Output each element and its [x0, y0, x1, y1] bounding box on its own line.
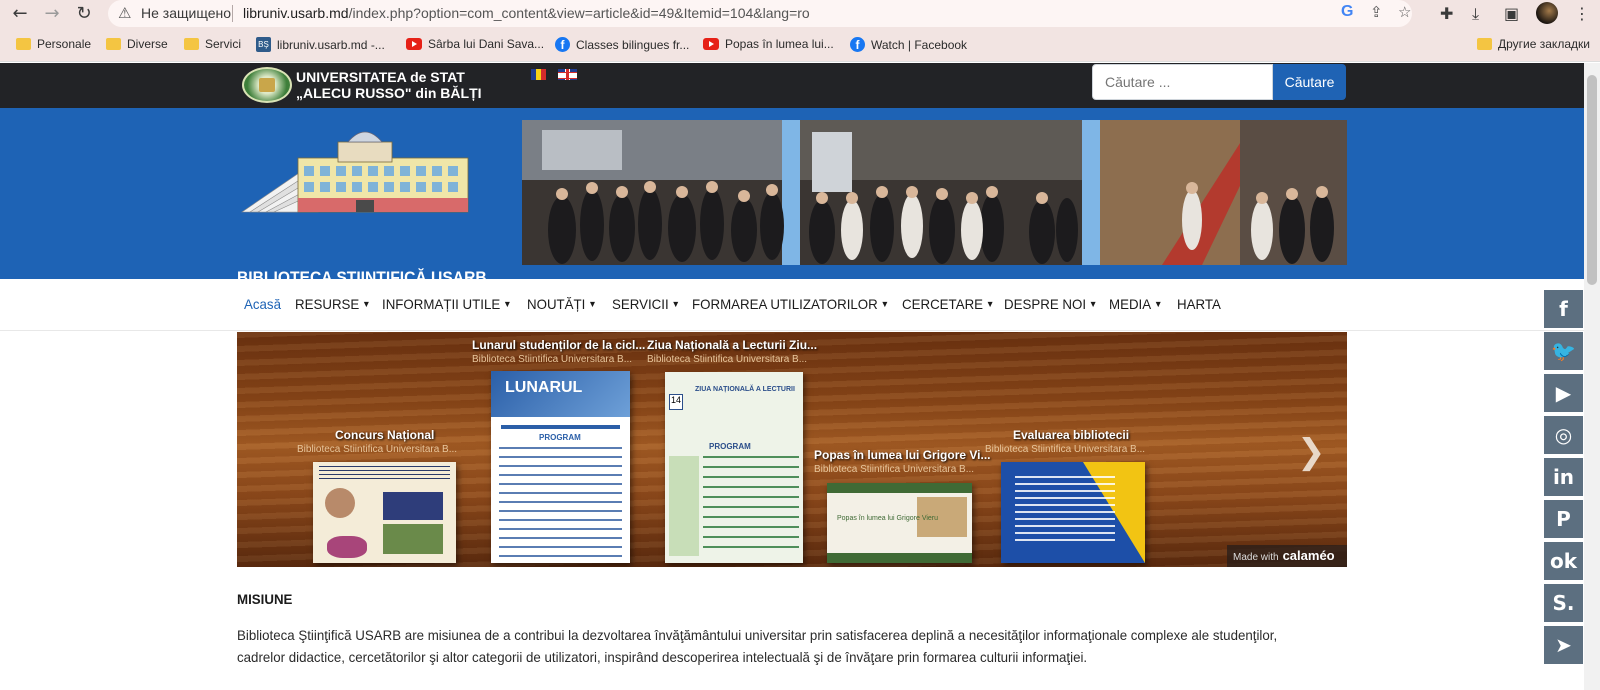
publication-publisher: Biblioteca Stiintifica Universitara B...	[472, 354, 633, 365]
publication-title[interactable]: Ziua Națională a Lecturii Ziu...	[647, 338, 817, 352]
mission-heading: MISIUNE	[237, 591, 293, 607]
publication-cover[interactable]: ZIUA NAȚIONALĂ A LECTURII 14 PROGRAM	[665, 372, 803, 563]
header-photo	[522, 120, 1347, 265]
address-bar[interactable]: ⚠ Не защищено libruniv.usarb.md/index.ph…	[108, 0, 1412, 27]
top-bar: UNIVERSITATEA de STAT „ALECU RUSSO" din …	[0, 63, 1584, 108]
nav-resurse[interactable]: RESURSE ▼	[295, 296, 371, 312]
publication-publisher: Biblioteca Stiintifica Universitara B...	[297, 444, 458, 455]
youtube-icon	[406, 38, 422, 50]
extensions-icon[interactable]: ✚	[1440, 4, 1453, 23]
publication-cover[interactable]: LUNARUL PROGRAM	[491, 371, 630, 563]
nav-informatii-utile[interactable]: INFORMAȚII UTILE ▼	[382, 296, 512, 312]
profile-avatar[interactable]	[1536, 2, 1558, 24]
publication-publisher: Biblioteca Stiintifica Universitara B...	[647, 354, 808, 365]
nav-acasa[interactable]: Acasă	[244, 296, 281, 312]
bookmark-other[interactable]: Другие закладки	[1477, 37, 1590, 51]
facebook-icon[interactable]: f	[1543, 289, 1584, 329]
folder-icon	[106, 38, 121, 50]
publication-title[interactable]: Evaluarea bibliotecii	[1013, 428, 1129, 442]
google-translate-icon[interactable]: G	[1341, 3, 1353, 21]
share-icon[interactable]: ⇪	[1370, 3, 1383, 21]
publication-cover[interactable]	[1001, 462, 1145, 563]
linkedin-icon[interactable]: in	[1543, 457, 1584, 497]
caret-down-icon: ▼	[1088, 299, 1098, 309]
caret-down-icon: ▼	[671, 299, 680, 309]
twitter-icon[interactable]: 🐦	[1543, 331, 1584, 371]
search-input[interactable]	[1092, 64, 1273, 100]
bookmarks-bar: Personale Diverse Servici BŞ libruniv.usa…	[0, 28, 1600, 62]
mission-text: Biblioteca Ştiinţifică USARB are misiune…	[237, 627, 1278, 665]
flag-english-icon[interactable]	[558, 69, 577, 80]
caret-down-icon: ▼	[880, 299, 890, 309]
folder-icon	[16, 38, 31, 50]
bookmark-servici[interactable]: Servici	[184, 37, 241, 51]
publication-title[interactable]: Lunarul studenților de la cicl...	[472, 338, 645, 352]
nav-harta[interactable]: HARTA	[1177, 296, 1221, 312]
site-icon: BŞ	[256, 37, 271, 52]
publication-title[interactable]: Concurs Național	[335, 428, 434, 442]
folder-icon	[1477, 38, 1492, 50]
library-building-logo[interactable]	[238, 120, 478, 220]
instagram-icon[interactable]: ◎	[1543, 415, 1584, 455]
caret-down-icon: ▼	[362, 299, 371, 309]
web-page: UNIVERSITATEA de STAT „ALECU RUSSO" din …	[0, 63, 1600, 690]
bookmark-sarba[interactable]: Sârba lui Dani Sava...	[406, 37, 544, 51]
publication-cover[interactable]: Popas în lumea lui Grigore Vieru	[827, 483, 972, 563]
university-name[interactable]: UNIVERSITATEA de STAT „ALECU RUSSO" din …	[296, 69, 482, 101]
skype-icon[interactable]: S.	[1543, 583, 1584, 623]
facebook-icon: f	[555, 37, 570, 52]
flag-romanian-icon[interactable]	[531, 69, 546, 80]
next-arrow-icon[interactable]: ❯	[1297, 432, 1326, 472]
facebook-icon: f	[850, 37, 865, 52]
forward-icon[interactable]: →	[42, 4, 62, 24]
browser-toolbar: ← → ↻ ⚠ Не защищено libruniv.usarb.md/in…	[0, 0, 1600, 28]
publication-title[interactable]: Popas în lumea lui Grigore Vi...	[814, 448, 991, 462]
folder-icon	[184, 38, 199, 50]
calameo-badge[interactable]: Made with calaméo	[1227, 545, 1347, 567]
bookmark-star-icon[interactable]: ☆	[1398, 3, 1411, 21]
scrollbar-thumb[interactable]	[1587, 75, 1597, 285]
url-separator	[232, 5, 233, 22]
security-label[interactable]: Не защищено	[141, 5, 231, 21]
bookmark-classes[interactable]: f Classes bilingues fr...	[555, 37, 689, 52]
bookmark-diverse[interactable]: Diverse	[106, 37, 168, 51]
publication-cover[interactable]	[313, 462, 456, 563]
nav-formarea-utilizatorilor[interactable]: FORMAREA UTILIZATORILOR ▼	[692, 296, 889, 312]
reload-icon[interactable]: ↻	[74, 4, 94, 24]
caret-down-icon: ▼	[1153, 299, 1163, 309]
bookmark-libruniv[interactable]: BŞ libruniv.usarb.md -...	[256, 37, 385, 52]
caret-down-icon: ▼	[588, 299, 597, 309]
warning-icon[interactable]: ⚠	[118, 4, 131, 22]
bookmark-personale[interactable]: Personale	[16, 37, 91, 51]
youtube-icon	[703, 38, 719, 50]
caret-down-icon: ▼	[503, 299, 512, 309]
back-icon[interactable]: ←	[10, 4, 30, 24]
download-icon[interactable]: ⤓	[1472, 4, 1479, 24]
publication-publisher: Biblioteca Stiintifica Universitara B...	[814, 464, 975, 475]
university-logo[interactable]	[242, 67, 292, 103]
site-header: BIBLIOTECA ŞTIINŢIFICĂ USARB	[0, 108, 1584, 287]
search-button[interactable]: Căutare	[1273, 64, 1346, 100]
nav-noutati[interactable]: NOUTĂȚI ▼	[527, 296, 597, 312]
youtube-icon[interactable]: ▶	[1543, 373, 1584, 413]
bookmark-watch[interactable]: f Watch | Facebook	[850, 37, 967, 52]
calameo-bookshelf: Lunarul studenților de la cicl... Biblio…	[237, 332, 1347, 567]
caret-down-icon: ▼	[985, 299, 995, 309]
bookmark-popas[interactable]: Popas în lumea lui...	[703, 37, 834, 51]
sidepanel-icon[interactable]: ▣	[1504, 4, 1519, 23]
menu-icon[interactable]: ⋮	[1574, 4, 1590, 23]
main-navigation: Acasă RESURSE ▼ INFORMAȚII UTILE ▼ NOUTĂȚI…	[0, 279, 1584, 331]
nav-despre-noi[interactable]: DESPRE NOI ▼	[1004, 296, 1097, 312]
telegram-icon[interactable]: ➤	[1543, 625, 1584, 665]
odnoklassniki-icon[interactable]: ok	[1543, 541, 1584, 581]
publication-publisher: Biblioteca Stiintifica Universitara B...	[985, 444, 1146, 455]
url-text[interactable]: libruniv.usarb.md/index.php?option=com_c…	[243, 5, 810, 21]
nav-cercetare[interactable]: CERCETARE ▼	[902, 296, 994, 312]
pinterest-icon[interactable]: P	[1543, 499, 1584, 539]
nav-servicii[interactable]: SERVICII ▼	[612, 296, 680, 312]
nav-media[interactable]: MEDIA ▼	[1109, 296, 1162, 312]
